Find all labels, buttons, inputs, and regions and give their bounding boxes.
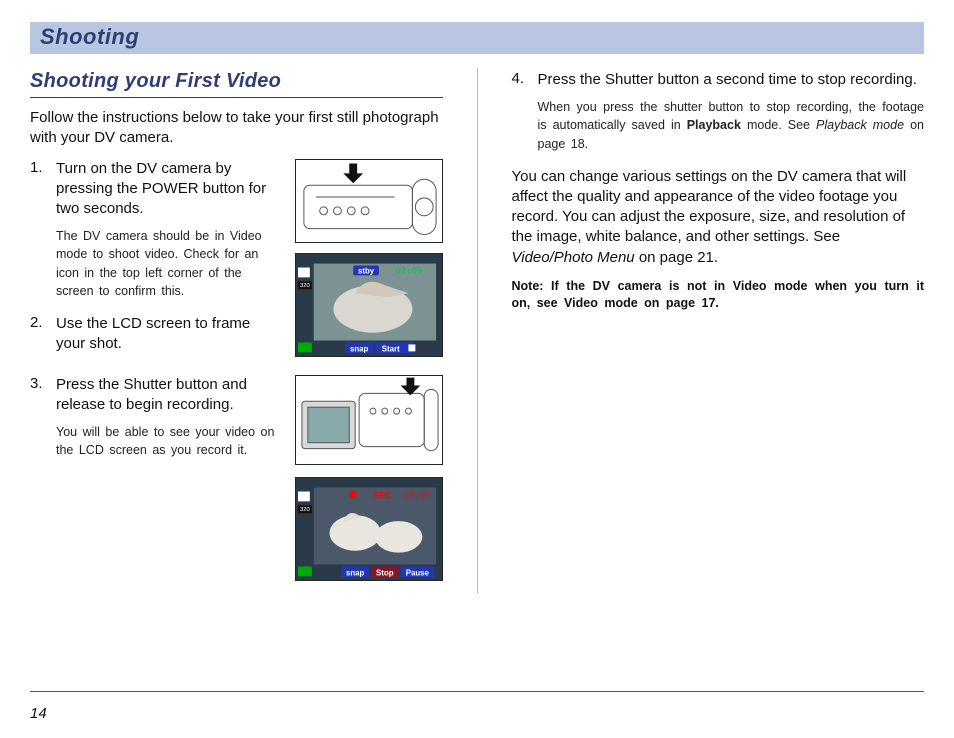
step-text: Use the LCD screen to frame your shot. bbox=[56, 314, 281, 355]
step-number: 2. bbox=[30, 314, 43, 331]
svg-text:02:09: 02:09 bbox=[403, 491, 430, 501]
svg-text:320: 320 bbox=[299, 507, 310, 513]
step-item: 3. Press the Shutter button and release … bbox=[30, 375, 443, 465]
figure-lcd-recording: 320 REC 02:09 snap Stop Pause bbox=[295, 477, 443, 581]
chapter-title: Shooting bbox=[40, 24, 139, 49]
svg-text:REC: REC bbox=[372, 490, 391, 500]
steps-list-left: 1. Turn on the DV camera by pressing the… bbox=[30, 159, 443, 581]
step-number: 3. bbox=[30, 375, 43, 392]
page-number: 14 bbox=[30, 705, 47, 722]
left-column: Shooting your First Video Follow the ins… bbox=[30, 64, 443, 593]
chapter-title-bar: Shooting bbox=[30, 22, 924, 54]
step-number: 4. bbox=[512, 70, 525, 87]
intro-paragraph: Follow the instructions below to take yo… bbox=[30, 108, 443, 149]
step-number: 1. bbox=[30, 159, 43, 176]
figure-stack: 320 stby 02:09 snap Start bbox=[295, 159, 443, 357]
section-title: Shooting your First Video bbox=[30, 64, 443, 98]
two-column-layout: Shooting your First Video Follow the ins… bbox=[30, 64, 924, 593]
svg-text:Pause: Pause bbox=[405, 568, 429, 577]
note-paragraph: Note: If the DV camera is not in Video m… bbox=[512, 278, 925, 312]
svg-text:320: 320 bbox=[299, 283, 310, 289]
step-text: Turn on the DV camera by pressing the PO… bbox=[56, 159, 281, 220]
footer-rule bbox=[30, 691, 924, 692]
svg-text:Start: Start bbox=[381, 344, 399, 353]
figure-item: 320 REC 02:09 snap Stop Pause bbox=[30, 477, 443, 581]
step-desc: You will be able to see your video on th… bbox=[56, 423, 281, 459]
figure-camera-top bbox=[295, 159, 443, 243]
step-text: Press the Shutter button and release to … bbox=[56, 375, 281, 416]
svg-text:02:09: 02:09 bbox=[395, 266, 422, 276]
step-desc: When you press the shutter button to sto… bbox=[538, 98, 925, 152]
svg-text:Stop: Stop bbox=[376, 568, 394, 577]
steps-list-right: 4. Press the Shutter button a second tim… bbox=[512, 70, 925, 153]
step-item: 4. Press the Shutter button a second tim… bbox=[512, 70, 925, 153]
column-divider bbox=[477, 68, 478, 593]
right-column: 4. Press the Shutter button a second tim… bbox=[512, 64, 925, 593]
svg-text:snap: snap bbox=[345, 568, 364, 577]
step-desc: The DV camera should be in Video mode to… bbox=[56, 227, 281, 300]
figure-lcd-standby: 320 stby 02:09 snap Start bbox=[295, 253, 443, 357]
svg-text:stby: stby bbox=[357, 266, 374, 275]
svg-text:snap: snap bbox=[349, 344, 368, 353]
step-text: Press the Shutter button a second time t… bbox=[538, 70, 925, 90]
body-paragraph: You can change various settings on the D… bbox=[512, 167, 925, 268]
figure-camera-lcd-open bbox=[295, 375, 443, 465]
step-item: 1. Turn on the DV camera by pressing the… bbox=[30, 159, 443, 357]
